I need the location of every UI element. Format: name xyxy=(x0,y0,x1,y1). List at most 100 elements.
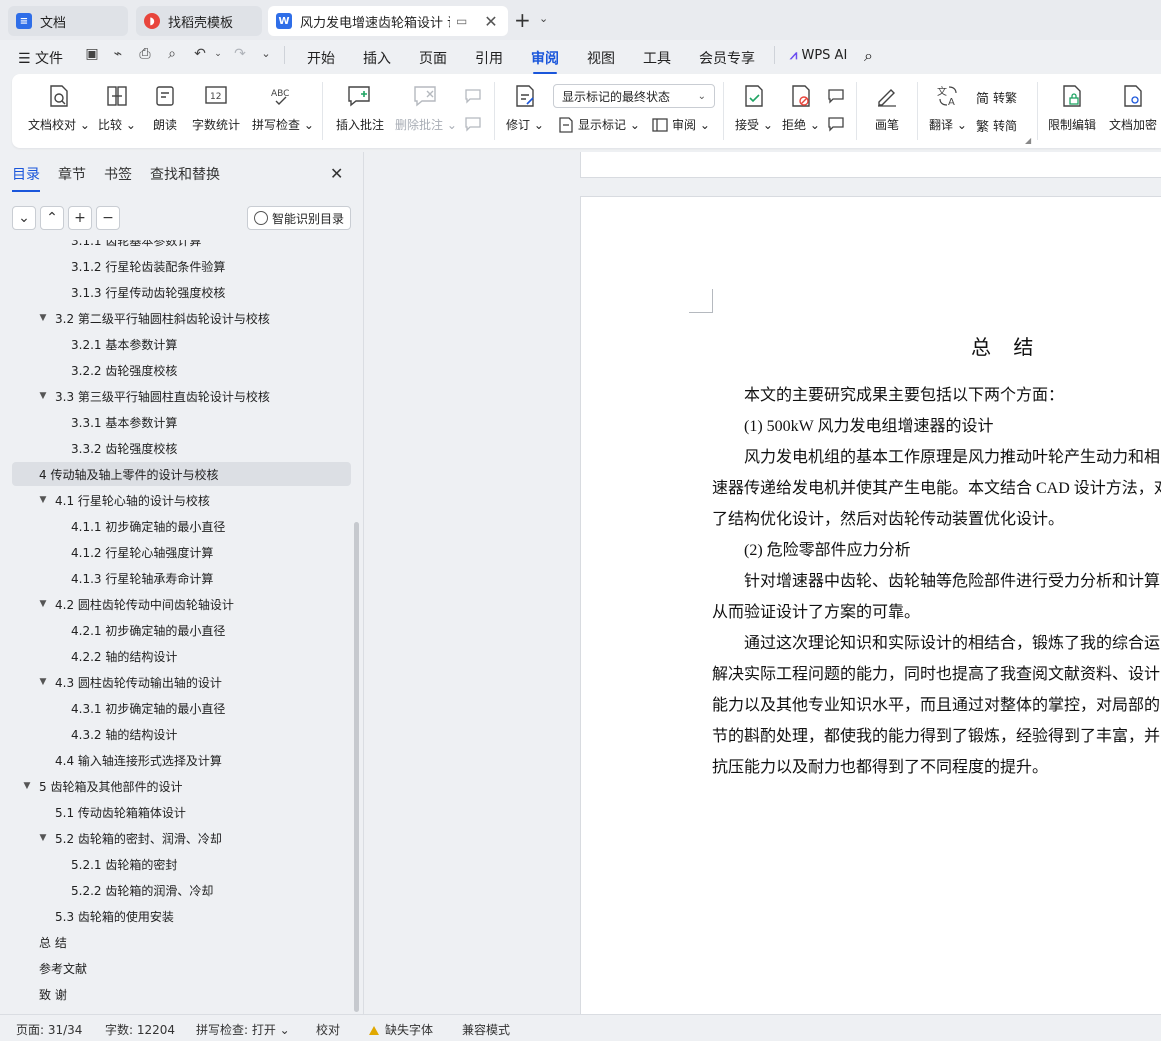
next-change-icon[interactable] xyxy=(827,116,849,132)
search-icon[interactable]: ⌕ xyxy=(864,46,873,66)
reject-button[interactable]: 拒绝 ⌄ xyxy=(782,82,820,133)
translate-button[interactable]: 文A 翻译 ⌄ xyxy=(929,82,967,133)
review-pane-button[interactable]: 审阅 ⌄ xyxy=(652,116,710,133)
previous-change-icon[interactable] xyxy=(827,88,849,104)
page-indicator[interactable]: 页面: 31/34 xyxy=(16,1021,82,1038)
print-preview-icon[interactable]: ⌕ xyxy=(164,46,180,62)
track-changes-button[interactable]: 修订 ⌄ xyxy=(506,82,544,133)
toc-item[interactable]: 5.1 传动齿轮箱箱体设计 xyxy=(12,800,351,824)
print-icon[interactable]: ⎙ xyxy=(137,46,153,62)
menu-tools[interactable]: 工具 xyxy=(643,48,671,68)
toc-scrollbar[interactable] xyxy=(354,522,359,1012)
toc-item[interactable]: 5.2.1 齿轮箱的密封 xyxy=(12,852,351,876)
restrict-edit-button[interactable]: 限制编辑 xyxy=(1048,82,1096,133)
proof-indicator[interactable]: 校对 xyxy=(316,1021,340,1038)
compare-button[interactable]: 比较 ⌄ xyxy=(98,82,136,133)
tab-docer-templates[interactable]: ◗ 找稻壳模板 xyxy=(136,6,262,36)
save-icon[interactable]: ▣ xyxy=(84,46,100,62)
close-icon[interactable]: ✕ xyxy=(330,164,343,183)
toc-item[interactable]: 3.3.1 基本参数计算 xyxy=(12,410,351,434)
read-aloud-button[interactable]: 朗读 xyxy=(151,82,179,133)
toc-item[interactable]: 4.1.2 行星轮心轴强度计算 xyxy=(12,540,351,564)
toc-item[interactable]: ▼ 3.2 第二级平行轴圆柱斜齿轮设计与校核 xyxy=(12,306,351,330)
tab-docs[interactable]: ≡ 文档 xyxy=(8,6,128,36)
toc-item[interactable]: ▼ 4.3 圆柱齿轮传动输出轴的设计 xyxy=(12,670,351,694)
word-count-button[interactable]: 12 字数统计 xyxy=(192,82,240,133)
toc-item[interactable]: 4.4 输入轴连接形式选择及计算 xyxy=(12,748,351,772)
spell-check-indicator[interactable]: 拼写检查: 打开 ⌄ xyxy=(196,1021,290,1038)
caret-down-icon[interactable]: ▼ xyxy=(38,833,48,843)
toc-item[interactable]: 4.3.1 初步确定轴的最小直径 xyxy=(12,696,351,720)
tab-toc[interactable]: 目录 xyxy=(12,164,40,192)
chevron-down-icon[interactable]: ⌄ xyxy=(210,46,226,62)
show-markup-button[interactable]: 显示标记 ⌄ xyxy=(558,116,640,133)
document-page[interactable]: 总 结 本文的主要研究成果主要包括以下两个方面： (1) 500kW 风力发电组增… xyxy=(580,196,1161,1014)
toc-item[interactable]: ▼ 3.3 第三级平行轴圆柱直齿轮设计与校核 xyxy=(12,384,351,408)
menu-page[interactable]: 页面 xyxy=(419,48,447,68)
toc-item[interactable]: 4.2.1 初步确定轴的最小直径 xyxy=(12,618,351,642)
new-tab-icon[interactable]: + xyxy=(514,8,531,32)
insert-comment-button[interactable]: 插入批注 xyxy=(336,82,384,133)
next-comment-icon[interactable] xyxy=(464,116,486,132)
toc-item[interactable]: 3.3.2 齿轮强度校核 xyxy=(12,436,351,460)
toc-item[interactable]: 致 谢 xyxy=(12,982,351,1006)
caret-down-icon[interactable]: ▼ xyxy=(38,313,48,323)
encrypt-button[interactable]: 文档加密 xyxy=(1109,82,1157,133)
toc-item[interactable]: 4 传动轴及轴上零件的设计与校核 xyxy=(12,462,351,486)
delete-comment-button[interactable]: 删除批注 ⌄ xyxy=(395,82,457,133)
caret-down-icon[interactable]: ▼ xyxy=(38,677,48,687)
smart-toc-button[interactable]: 智能识别目录 xyxy=(247,206,351,230)
menu-view[interactable]: 视图 xyxy=(587,48,615,68)
toc-item[interactable]: ▼ 5.2 齿轮箱的密封、润滑、冷却 xyxy=(12,826,351,850)
chevron-down-icon[interactable]: ⌄ xyxy=(539,12,548,25)
menu-insert[interactable]: 插入 xyxy=(363,48,391,68)
caret-down-icon[interactable]: ▼ xyxy=(38,495,48,505)
toc-item[interactable]: 5.2.2 齿轮箱的润滑、冷却 xyxy=(12,878,351,902)
toc-item[interactable]: ▼ 5 齿轮箱及其他部件的设计 xyxy=(12,774,351,798)
menu-review[interactable]: 审阅 xyxy=(531,48,559,74)
tab-bookmarks[interactable]: 书签 xyxy=(104,164,132,184)
toc-item[interactable]: 4.3.2 轴的结构设计 xyxy=(12,722,351,746)
close-icon[interactable]: ✕ xyxy=(482,12,500,31)
missing-font-indicator[interactable]: 缺失字体 xyxy=(369,1021,433,1038)
word-count-indicator[interactable]: 字数: 12204 xyxy=(105,1021,175,1038)
toc-item[interactable]: ▼ 4.1 行星轮心轴的设计与校核 xyxy=(12,488,351,512)
toc-item[interactable]: 3.1.2 行星轮齿装配条件验算 xyxy=(12,254,351,278)
undo-icon[interactable]: ↶ xyxy=(192,46,208,62)
document-area[interactable]: 总 结 本文的主要研究成果主要包括以下两个方面： (1) 500kW 风力发电组增… xyxy=(365,152,1161,1014)
toc-item[interactable]: 3.2.1 基本参数计算 xyxy=(12,332,351,356)
toc-item[interactable]: 3.2.2 齿轮强度校核 xyxy=(12,358,351,382)
caret-down-icon[interactable]: ▼ xyxy=(38,599,48,609)
caret-down-icon[interactable]: ▼ xyxy=(38,391,48,401)
tab-sections[interactable]: 章节 xyxy=(58,164,86,184)
to-traditional-button[interactable]: 简 转繁 xyxy=(976,88,1017,107)
menu-home[interactable]: 开始 xyxy=(307,48,335,68)
share-icon[interactable]: ⌁ xyxy=(110,46,126,62)
toc-item[interactable]: ▼ 4.2 圆柱齿轮传动中间齿轮轴设计 xyxy=(12,592,351,616)
menu-member[interactable]: 会员专享 xyxy=(699,48,755,68)
toc-item[interactable]: 参考文献 xyxy=(12,956,351,980)
toc-item[interactable]: 4.1.1 初步确定轴的最小直径 xyxy=(12,514,351,538)
expand-all-button[interactable]: ⌄ xyxy=(12,206,36,230)
accept-button[interactable]: 接受 ⌄ xyxy=(735,82,773,133)
previous-comment-icon[interactable] xyxy=(464,88,486,104)
toc-item[interactable]: 3.1.1 齿轮基本参数计算 xyxy=(12,240,351,252)
caret-down-icon[interactable]: ▼ xyxy=(22,781,32,791)
toc-item[interactable]: 5.3 齿轮箱的使用安装 xyxy=(12,904,351,928)
tab-find-replace[interactable]: 查找和替换 xyxy=(150,164,220,184)
demote-button[interactable]: − xyxy=(96,206,120,230)
monitor-icon[interactable]: ▭ xyxy=(456,14,467,28)
pen-button[interactable]: 画笔 xyxy=(873,82,901,133)
toc-item[interactable]: 4.2.2 轴的结构设计 xyxy=(12,644,351,668)
markup-display-select[interactable]: 显示标记的最终状态 ⌄ xyxy=(553,84,715,108)
wps-ai-button[interactable]: ⩘ WPS AI xyxy=(790,48,847,63)
redo-icon[interactable]: ↷ xyxy=(232,46,248,62)
expand-corner-icon[interactable]: ◢ xyxy=(1025,136,1031,145)
toc-item[interactable]: 3.1.3 行星传动齿轮强度校核 xyxy=(12,280,351,304)
menu-references[interactable]: 引用 xyxy=(475,48,503,68)
file-menu[interactable]: ☰ 文件 xyxy=(18,48,63,68)
toc-item[interactable]: 总 结 xyxy=(12,930,351,954)
proofread-button[interactable]: 文档校对 ⌄ xyxy=(28,82,90,133)
promote-button[interactable]: + xyxy=(68,206,92,230)
spell-check-button[interactable]: ABC 拼写检查 ⌄ xyxy=(252,82,314,133)
